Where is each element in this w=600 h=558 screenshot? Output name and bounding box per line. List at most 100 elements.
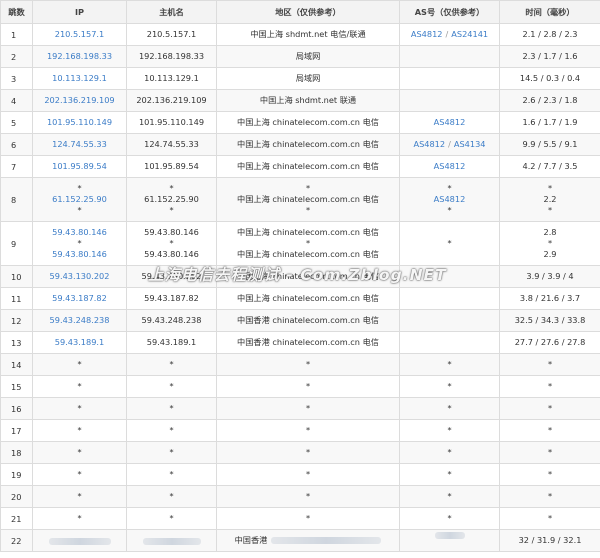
as-separator: / — [445, 29, 449, 39]
ip-link[interactable]: 10.113.129.1 — [34, 73, 126, 84]
table-row: 22 中国香港 32 / 31.9 / 32.1 — [0, 529, 600, 552]
as-link[interactable]: AS4812 — [434, 161, 466, 171]
hop-cell: 4 — [0, 89, 33, 112]
as-value: * — [447, 359, 452, 369]
region-cell-line: * — [305, 359, 311, 369]
ip-cell: * — [32, 419, 127, 442]
ip-cell: 59.43.187.82 — [32, 287, 127, 310]
ip-link[interactable]: 59.43.248.238 — [34, 315, 126, 326]
hop-cell: 13 — [0, 331, 33, 354]
hostname-cell: 210.5.157.1 — [126, 23, 217, 46]
ip-cell: * 61.152.25.90 * — [32, 177, 127, 222]
time-cell-line: 14.5 / 0.3 / 0.4 — [519, 73, 581, 83]
time-cell-line: 2.2 — [543, 194, 557, 204]
as-line — [401, 271, 499, 282]
table-header-row: 跳数 IP 主机名 地区（仅供参考） AS号（仅供参考） 时间（毫秒） — [0, 0, 600, 24]
traceroute-table: 跳数 IP 主机名 地区（仅供参考） AS号（仅供参考） 时间（毫秒） 1 210… — [0, 0, 600, 552]
region-cell-line: * — [305, 381, 311, 391]
region-cell: * — [216, 397, 400, 420]
as-line: * — [401, 469, 499, 480]
ip-link[interactable]: 59.43.130.202 — [34, 271, 126, 282]
as-cell — [399, 529, 500, 552]
table-row: 12 59.43.248.238 59.43.248.238 中国香港 chinate… — [0, 309, 600, 332]
hostname-cell: 101.95.89.54 — [126, 155, 217, 178]
time-cell: 2.8 * 2.9 — [499, 221, 600, 266]
region-cell: * — [216, 463, 400, 486]
as-line: * — [401, 205, 499, 216]
as-line: AS4812 — [401, 194, 499, 205]
hostname-cell: * — [126, 507, 217, 530]
hostname-cell-line: 59.43.130.202 — [141, 271, 202, 281]
region-cell-line: 中国上海 chinatelecom.com.cn 电信 — [237, 161, 379, 171]
as-link[interactable]: AS24141 — [451, 29, 488, 39]
ip-link[interactable]: 101.95.110.149 — [34, 117, 126, 128]
ip-cell-line: * — [77, 491, 82, 501]
as-value: * — [447, 205, 452, 215]
time-cell-line: 2.6 / 2.3 / 1.8 — [522, 95, 578, 105]
ip-cell: 202.136.219.109 — [32, 89, 127, 112]
as-line: * — [401, 183, 499, 194]
hostname-cell-line: 210.5.157.1 — [146, 29, 197, 39]
ip-link[interactable]: 59.43.189.1 — [34, 337, 126, 348]
time-cell: * 2.2 * — [499, 177, 600, 222]
as-cell: AS4812/AS24141 — [399, 23, 500, 46]
ip-link[interactable]: 101.95.89.54 — [34, 161, 126, 172]
ip-cell: 59.43.130.202 — [32, 265, 127, 288]
hostname-cell-line: 101.95.110.149 — [138, 117, 205, 127]
ip-link[interactable]: 59.43.187.82 — [34, 293, 126, 304]
hop-cell: 14 — [0, 353, 33, 376]
as-link[interactable]: AS4812 — [434, 194, 466, 204]
time-cell-line: 2.1 / 2.8 / 2.3 — [522, 29, 578, 39]
ip-cell: * — [32, 507, 127, 530]
time-cell-line: * — [547, 381, 553, 391]
time-cell: 2.1 / 2.8 / 2.3 — [499, 23, 600, 46]
hostname-cell: 202.136.219.109 — [126, 89, 217, 112]
hop-cell: 11 — [0, 287, 33, 310]
as-line: * — [401, 447, 499, 458]
header-as: AS号（仅供参考） — [399, 0, 500, 24]
as-cell — [399, 67, 500, 90]
time-cell-line: 3.8 / 21.6 / 3.7 — [519, 293, 581, 303]
ip-link[interactable]: 59.43.80.146 — [34, 249, 126, 260]
as-line — [401, 337, 499, 348]
region-cell: * 中国上海 chinatelecom.com.cn 电信 * — [216, 177, 400, 222]
ip-cell-line: * — [77, 205, 82, 215]
region-cell-line: 中国香港 — [234, 535, 268, 545]
ip-link[interactable]: 202.136.219.109 — [34, 95, 126, 106]
as-line: * — [401, 238, 499, 249]
time-cell-line: * — [547, 403, 553, 413]
as-link[interactable]: AS4812 — [413, 139, 445, 149]
table-row: 6 124.74.55.33 124.74.55.33 中国上海 chinatelec… — [0, 133, 600, 156]
ip-cell: * — [32, 485, 127, 508]
ip-cell: * — [32, 463, 127, 486]
region-cell-line: 中国上海 chinatelecom.com.cn 电信 — [237, 117, 379, 127]
time-cell-line: * — [547, 447, 553, 457]
ip-link[interactable]: 124.74.55.33 — [34, 139, 126, 150]
ip-cell-line: * — [77, 359, 82, 369]
table-row: 17 * * * * * — [0, 419, 600, 442]
as-link[interactable]: AS4812 — [411, 29, 443, 39]
time-cell: * — [499, 507, 600, 530]
hostname-cell-line: 124.74.55.33 — [144, 139, 199, 149]
ip-link[interactable]: 210.5.157.1 — [34, 29, 126, 40]
ip-link[interactable]: 192.168.198.33 — [34, 51, 126, 62]
ip-cell: 124.74.55.33 — [32, 133, 127, 156]
hostname-cell-line: * — [169, 491, 174, 501]
time-cell-line: * — [547, 183, 553, 193]
ip-cell: 59.43.189.1 — [32, 331, 127, 354]
time-cell: 3.8 / 21.6 / 3.7 — [499, 287, 600, 310]
header-hop: 跳数 — [0, 0, 33, 24]
ip-link[interactable]: 61.152.25.90 — [34, 194, 126, 205]
as-link[interactable]: AS4134 — [454, 139, 486, 149]
time-cell: 2.6 / 2.3 / 1.8 — [499, 89, 600, 112]
as-cell: * — [399, 375, 500, 398]
as-line: * — [401, 425, 499, 436]
time-cell: 32 / 31.9 / 32.1 — [499, 529, 600, 552]
hop-cell: 8 — [0, 177, 33, 222]
time-cell: 3.9 / 3.9 / 4 — [499, 265, 600, 288]
region-cell: * — [216, 507, 400, 530]
as-link[interactable]: AS4812 — [434, 117, 466, 127]
ip-link[interactable]: 59.43.80.146 — [34, 227, 126, 238]
header-host: 主机名 — [126, 0, 217, 24]
region-cell: 中国上海 chinatelecom.com.cn 电信 — [216, 155, 400, 178]
